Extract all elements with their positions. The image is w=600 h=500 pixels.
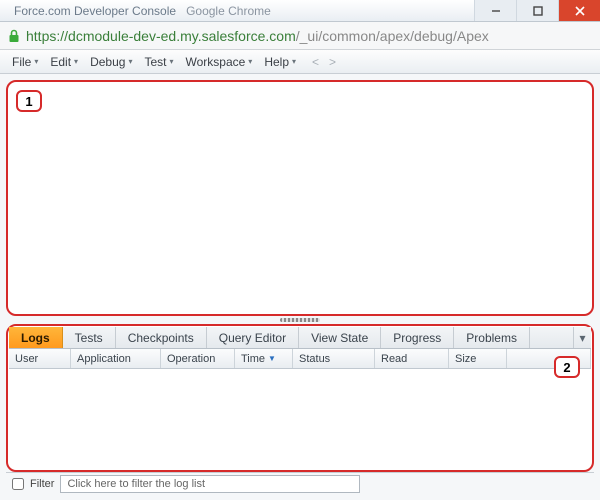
lock-icon bbox=[6, 28, 22, 44]
menu-help-label: Help bbox=[264, 55, 289, 69]
caret-icon: ▾ bbox=[74, 57, 78, 66]
tab-problems[interactable]: Problems bbox=[454, 327, 530, 348]
filter-input[interactable]: Click here to filter the log list bbox=[60, 475, 360, 493]
minimize-button[interactable] bbox=[474, 0, 516, 21]
tab-tests-label: Tests bbox=[75, 331, 103, 345]
filter-checkbox[interactable] bbox=[12, 478, 24, 490]
window-titlebar: Force.com Developer Console Google Chrom… bbox=[0, 0, 600, 22]
tab-checkpoints-label: Checkpoints bbox=[128, 331, 194, 345]
developer-console-body: 1 2 Logs Tests Checkpoints Query Editor … bbox=[0, 74, 600, 500]
tab-tests[interactable]: Tests bbox=[63, 327, 116, 348]
panel-collapse-button[interactable]: ▾ bbox=[573, 327, 591, 348]
nav-prev-button[interactable]: < bbox=[310, 55, 321, 69]
column-operation[interactable]: Operation bbox=[161, 349, 235, 368]
vertical-splitter[interactable] bbox=[6, 316, 594, 324]
tab-query-editor-label: Query Editor bbox=[219, 331, 286, 345]
column-status-label: Status bbox=[299, 353, 330, 365]
menu-file[interactable]: File▾ bbox=[6, 52, 44, 72]
chevron-down-icon: ▾ bbox=[579, 331, 585, 345]
url-host: dcmodule-dev-ed.my.salesforce.com bbox=[68, 28, 296, 44]
tab-progress-label: Progress bbox=[393, 331, 441, 345]
column-user[interactable]: User bbox=[9, 349, 71, 368]
filter-label: Filter bbox=[30, 478, 54, 490]
tab-checkpoints[interactable]: Checkpoints bbox=[116, 327, 207, 348]
url-path: /_ui/common/apex/debug/Apex bbox=[296, 28, 489, 44]
caret-icon: ▾ bbox=[34, 57, 38, 66]
caret-icon: ▾ bbox=[169, 57, 173, 66]
menu-test[interactable]: Test▾ bbox=[138, 52, 179, 72]
annotation-1-badge: 1 bbox=[16, 90, 42, 112]
menu-test-label: Test bbox=[144, 55, 166, 69]
logs-column-headers: User Application Operation Time▼ Status … bbox=[9, 349, 591, 369]
bottom-tabstrip: Logs Tests Checkpoints Query Editor View… bbox=[9, 327, 591, 349]
column-user-label: User bbox=[15, 353, 38, 365]
menu-edit-label: Edit bbox=[50, 55, 71, 69]
nav-next-button[interactable]: > bbox=[327, 55, 338, 69]
tab-progress[interactable]: Progress bbox=[381, 327, 454, 348]
column-time-label: Time bbox=[241, 353, 265, 365]
menu-help[interactable]: Help▾ bbox=[258, 52, 302, 72]
menu-debug[interactable]: Debug▾ bbox=[84, 52, 138, 72]
menu-debug-label: Debug bbox=[90, 55, 125, 69]
tab-problems-label: Problems bbox=[466, 331, 517, 345]
address-bar[interactable]: https://dcmodule-dev-ed.my.salesforce.co… bbox=[0, 22, 600, 50]
caret-icon: ▾ bbox=[292, 57, 296, 66]
column-application-label: Application bbox=[77, 353, 131, 365]
menu-bar: File▾ Edit▾ Debug▾ Test▾ Workspace▾ Help… bbox=[0, 50, 600, 74]
url-text: https://dcmodule-dev-ed.my.salesforce.co… bbox=[26, 28, 594, 44]
caret-icon: ▾ bbox=[128, 57, 132, 66]
column-size[interactable]: Size bbox=[449, 349, 507, 368]
filter-placeholder: Click here to filter the log list bbox=[67, 478, 205, 490]
tab-logs-label: Logs bbox=[21, 331, 50, 345]
menu-workspace-label: Workspace bbox=[185, 55, 245, 69]
tab-query-editor[interactable]: Query Editor bbox=[207, 327, 299, 348]
column-size-label: Size bbox=[455, 353, 476, 365]
window-title: Force.com Developer Console bbox=[14, 4, 176, 18]
column-operation-label: Operation bbox=[167, 353, 215, 365]
menu-file-label: File bbox=[12, 55, 31, 69]
column-application[interactable]: Application bbox=[71, 349, 161, 368]
annotation-2-badge: 2 bbox=[554, 356, 580, 378]
column-read[interactable]: Read bbox=[375, 349, 449, 368]
tab-view-state[interactable]: View State bbox=[299, 327, 381, 348]
tab-logs[interactable]: Logs bbox=[9, 327, 63, 348]
url-scheme: https:// bbox=[26, 28, 68, 44]
maximize-button[interactable] bbox=[516, 0, 558, 21]
menu-edit[interactable]: Edit▾ bbox=[44, 52, 84, 72]
caret-icon: ▾ bbox=[248, 57, 252, 66]
tab-view-state-label: View State bbox=[311, 331, 368, 345]
sort-desc-icon: ▼ bbox=[268, 354, 276, 363]
column-time[interactable]: Time▼ bbox=[235, 349, 293, 368]
menu-workspace[interactable]: Workspace▾ bbox=[179, 52, 258, 72]
editor-pane[interactable]: 1 bbox=[6, 80, 594, 316]
splitter-grip-icon bbox=[280, 318, 320, 322]
logs-grid-body[interactable] bbox=[9, 369, 591, 455]
filter-bar: Filter Click here to filter the log list bbox=[6, 472, 594, 494]
window-title-sub: Google Chrome bbox=[186, 4, 271, 18]
window-controls bbox=[474, 0, 600, 21]
column-read-label: Read bbox=[381, 353, 407, 365]
close-button[interactable] bbox=[558, 0, 600, 21]
column-status[interactable]: Status bbox=[293, 349, 375, 368]
logs-panel: 2 Logs Tests Checkpoints Query Editor Vi… bbox=[6, 324, 594, 472]
